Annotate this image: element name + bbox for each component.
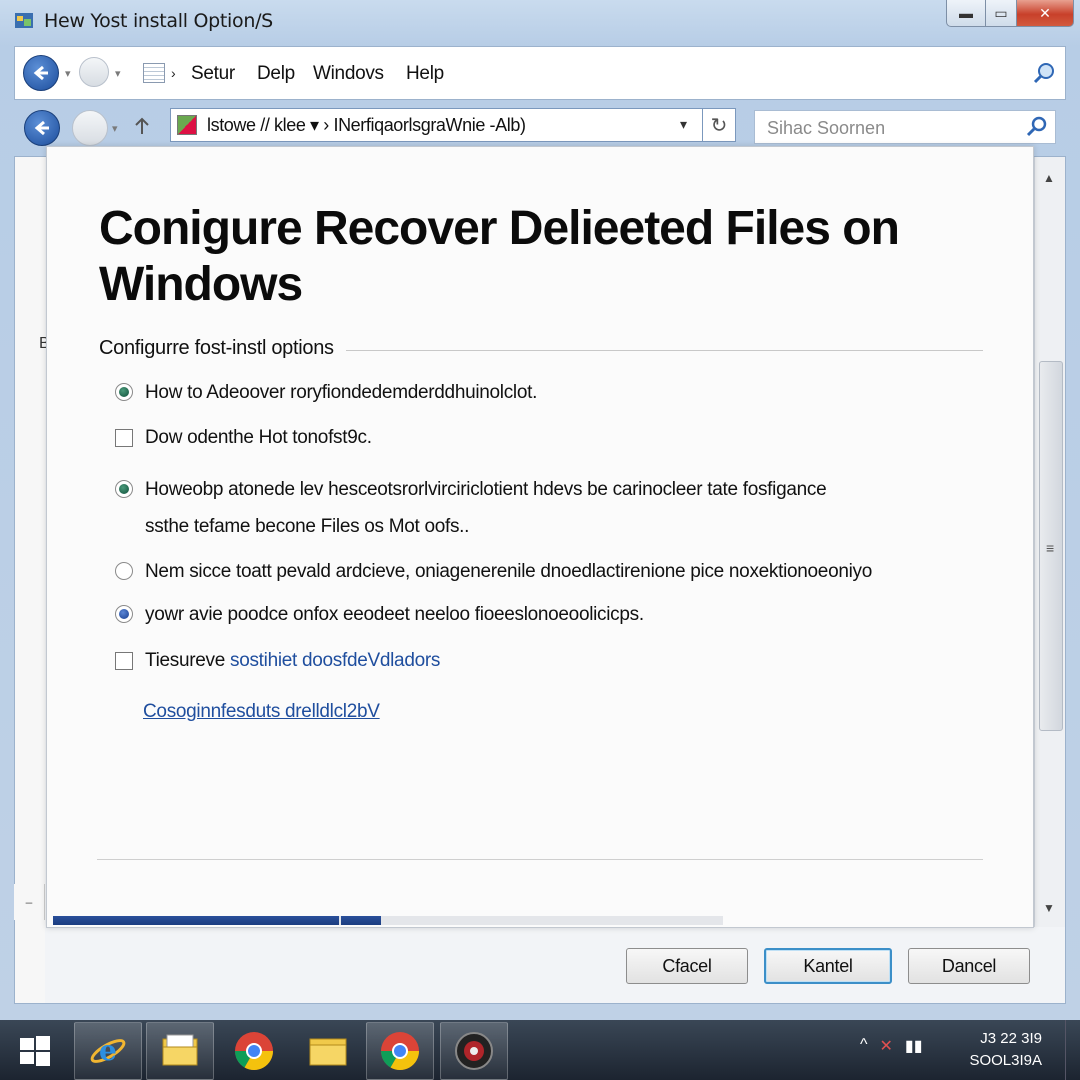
taskbar-folder[interactable] [294, 1022, 362, 1080]
taskbar-explorer[interactable] [146, 1022, 214, 1080]
svg-text:e: e [99, 1034, 117, 1067]
taskbar-media[interactable] [440, 1022, 508, 1080]
search-input[interactable] [765, 115, 1009, 141]
refresh-button[interactable]: ↻ [702, 108, 736, 142]
arrow-left-icon [33, 65, 48, 81]
back-button-2[interactable] [24, 110, 60, 146]
option-6-prefix: Tiesureve [145, 650, 230, 671]
forward-button-2[interactable] [72, 110, 108, 146]
network-warning-icon[interactable]: ✕ [880, 1036, 893, 1056]
location-icon [177, 115, 197, 135]
menu-bar: ▾ ▾ › Setur Delp Windovs Help [14, 46, 1066, 100]
back-button[interactable] [23, 55, 59, 91]
page-icon[interactable] [143, 63, 165, 83]
progress-segment-divider [339, 916, 341, 925]
option-6-link[interactable]: sostihiet doosfdeVdladors [230, 650, 440, 671]
chevron-right-icon: › [171, 65, 176, 81]
left-navigation-strip [15, 157, 45, 1003]
section-header: Configurre fost-instl options [99, 337, 983, 361]
windows-start-icon[interactable] [18, 1034, 52, 1068]
scroll-thumb[interactable]: ≡ [1039, 361, 1063, 731]
option-3-label-line-2: ssthe tefame becone Files os Mot oofs.. [145, 516, 470, 537]
search-icon[interactable] [1025, 115, 1049, 139]
forward-button[interactable] [79, 57, 109, 87]
taskbar-chrome[interactable] [220, 1022, 288, 1080]
refresh-icon: ↻ [710, 114, 728, 137]
ie-icon: e [90, 1034, 126, 1067]
history-dropdown-icon[interactable]: ▾ [65, 67, 71, 80]
search-icon[interactable] [1033, 61, 1057, 85]
system-tray: ^ ✕ ▮▮ [860, 1036, 923, 1056]
grip-icon: ≡ [1046, 540, 1055, 556]
app-icon [15, 13, 33, 28]
taskbar: e ^ ✕ ▮▮ J3 22 3I9 SOOL3I9A [0, 1020, 1080, 1080]
checkbox-option-2[interactable] [115, 429, 133, 447]
taskbar-chrome-2[interactable] [366, 1022, 434, 1080]
vertical-scrollbar[interactable]: ▲ ≡ ▼ [1034, 157, 1065, 927]
volume-icon[interactable]: ▮▮ [905, 1036, 923, 1056]
option-5-label: yowr avie poodce onfox eeodeet neeloo fi… [145, 604, 644, 625]
menu-item-windovs[interactable]: Windovs [313, 63, 384, 85]
checkbox-option-6[interactable] [115, 652, 133, 670]
scroll-down-icon[interactable]: ▼ [1043, 901, 1055, 915]
section-label: Configurre fost-instl options [99, 337, 346, 360]
arrow-left-icon [34, 120, 49, 136]
clock[interactable]: J3 22 3I9 SOOL3I9A [969, 1028, 1042, 1072]
option-4-label: Nem sicce toatt pevald ardcieve, oniagen… [145, 561, 872, 582]
show-desktop-button[interactable] [1065, 1020, 1080, 1080]
option-1-label: How to Adeoover roryfiondedemderddhuinol… [145, 382, 538, 403]
chrome-icon [380, 1032, 420, 1071]
title-bar: Hew Yost install Option/S ▬ ▭ ✕ [0, 0, 1080, 44]
option-6-label: Tiesureve sostihiet doosfdeVdladors [145, 643, 440, 679]
show-hidden-icons-icon[interactable]: ^ [860, 1036, 868, 1056]
window-title: Hew Yost install Option/S [44, 10, 273, 32]
taskbar-ie[interactable]: e [74, 1022, 142, 1080]
radio-option-3[interactable] [115, 480, 133, 498]
menu-item-delp[interactable]: Delp [257, 63, 295, 85]
maximize-button[interactable]: ▭ [986, 0, 1017, 27]
folder-icon [309, 1038, 347, 1066]
explorer-folder-icon [162, 1034, 198, 1066]
primary-action-button[interactable]: Kantel [764, 948, 892, 984]
radio-option-5[interactable] [115, 605, 133, 623]
cancel-button[interactable]: Cfacel [626, 948, 748, 984]
secondary-cancel-button[interactable]: Dancel [908, 948, 1030, 984]
app-window: Hew Yost install Option/S ▬ ▭ ✕ ▾ ▾ › Se… [0, 0, 1080, 1020]
chrome-icon [234, 1032, 274, 1071]
close-button[interactable]: ✕ [1017, 0, 1074, 27]
progress-fill [53, 916, 382, 925]
horizontal-scroll-left[interactable]: – [14, 884, 45, 920]
address-dropdown-icon[interactable]: ▾ [680, 116, 687, 133]
address-bar[interactable]: lstowe // klee ▾ › INerfiqaorlsgraWnie -… [170, 108, 704, 142]
option-2-label: Dow odenthe Hot tonofst9c. [145, 427, 372, 448]
chevron-down-icon[interactable]: ▾ [112, 122, 118, 135]
media-player-icon [455, 1032, 493, 1070]
chevron-down-icon[interactable]: ▾ [115, 67, 121, 80]
caption-buttons: ▬ ▭ ✕ [946, 0, 1074, 27]
address-path[interactable]: lstowe // klee ▾ › INerfiqaorlsgraWnie -… [207, 115, 526, 136]
clock-time: J3 22 3I9 [980, 1030, 1042, 1047]
details-link[interactable]: Cosoginnfesduts drelldlcl2bV [143, 701, 380, 723]
configure-dialog: Conigure Recover Delieeted Files on Wind… [46, 146, 1034, 928]
minimize-button[interactable]: ▬ [946, 0, 986, 27]
menu-item-setur[interactable]: Setur [191, 63, 235, 85]
menu-item-help[interactable]: Help [406, 63, 444, 85]
option-3-label-line-1: Howeobp atonede lev hesceotsrorlvirciric… [145, 479, 827, 500]
dialog-title: Conigure Recover Delieeted Files on Wind… [99, 202, 900, 311]
radio-option-1[interactable] [115, 383, 133, 401]
radio-option-4[interactable] [115, 562, 133, 580]
clock-date: SOOL3I9A [969, 1052, 1042, 1069]
search-box[interactable] [754, 110, 1056, 144]
progress-bar [53, 916, 723, 925]
dialog-divider [97, 859, 983, 860]
up-arrow-icon[interactable] [132, 116, 152, 136]
scroll-up-icon[interactable]: ▲ [1043, 171, 1055, 185]
